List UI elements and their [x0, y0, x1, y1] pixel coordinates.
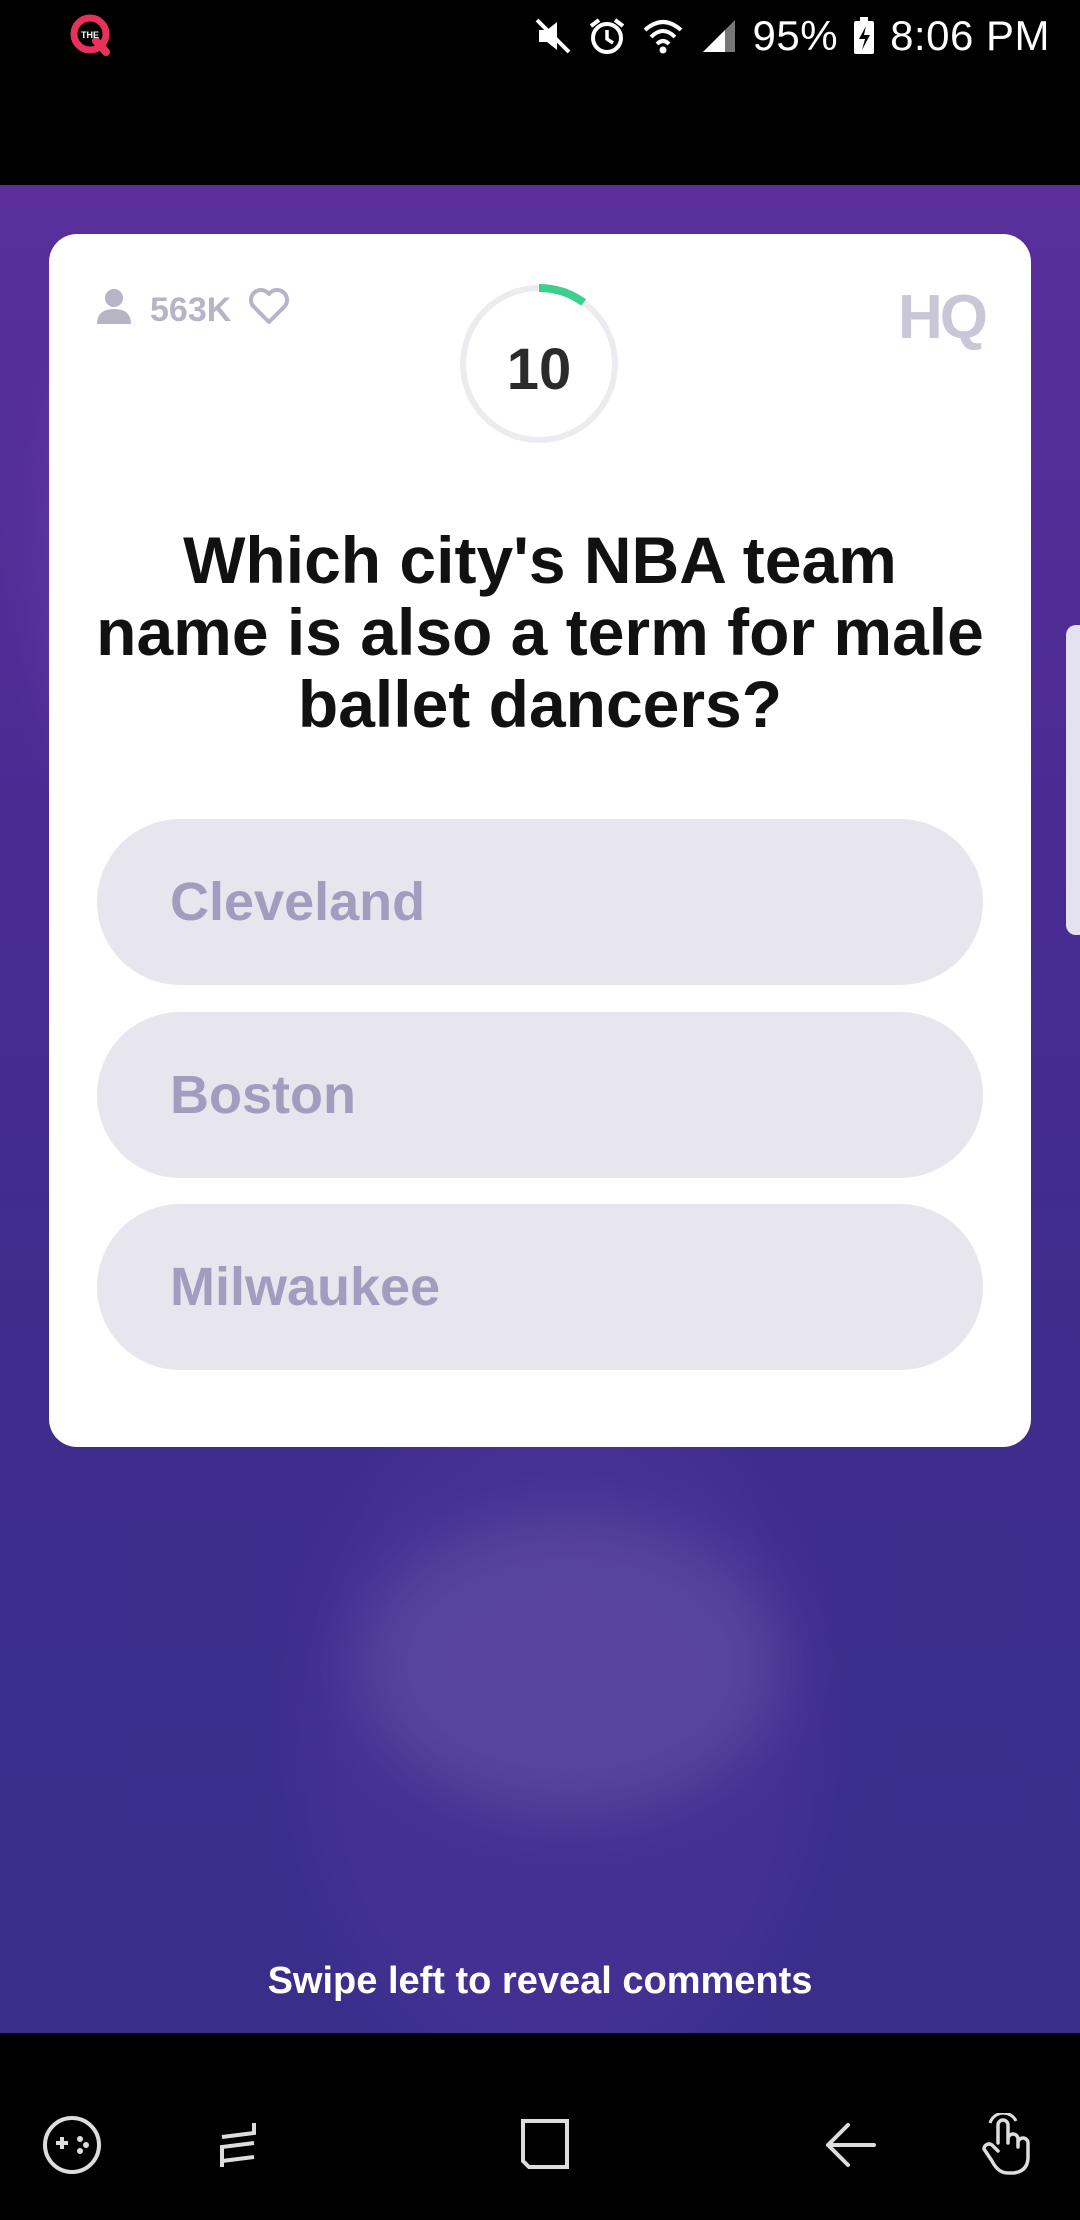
navigation-bar [0, 2033, 1080, 2220]
back-icon[interactable] [818, 2113, 882, 2177]
heart-icon[interactable] [247, 286, 291, 335]
game-launcher-icon[interactable] [40, 2113, 104, 2177]
recent-apps-icon[interactable] [210, 2113, 274, 2177]
host-body [300, 1385, 820, 2033]
comments-drawer-handle[interactable] [1066, 625, 1080, 935]
question-card: 563K 10 HQ Which city's NBA team name is… [49, 234, 1031, 1447]
wifi-icon [641, 16, 685, 56]
alarm-icon [587, 16, 627, 56]
swipe-hint: Swipe left to reveal comments [267, 1960, 813, 2002]
timer-value: 10 [506, 336, 572, 402]
touch-gesture-icon[interactable] [976, 2113, 1040, 2177]
battery-charging-icon [852, 16, 876, 56]
person-icon [94, 286, 134, 335]
battery-percentage: 95% [752, 12, 839, 59]
status-bar: THE 95% 8:06 PM [0, 0, 1080, 72]
hq-app-notification-icon: THE [66, 14, 114, 58]
signal-icon [699, 16, 739, 56]
countdown-timer: 10 [458, 283, 620, 445]
answer-option-1[interactable]: Cleveland [97, 819, 983, 985]
clock: 8:06 PM [890, 12, 1050, 59]
status-icons: 95% 8:06 PM [533, 6, 1050, 66]
viewer-count-value: 563K [150, 291, 232, 329]
viewer-count: 563K [94, 286, 291, 335]
answer-option-2[interactable]: Boston [97, 1012, 983, 1178]
question-text: Which city's NBA team name is also a ter… [96, 523, 984, 741]
app-badge-text: THE [81, 30, 99, 40]
mute-icon [533, 16, 573, 56]
home-icon[interactable] [513, 2113, 577, 2177]
hq-logo: HQ [898, 283, 988, 352]
answer-option-3[interactable]: Milwaukee [97, 1204, 983, 1370]
